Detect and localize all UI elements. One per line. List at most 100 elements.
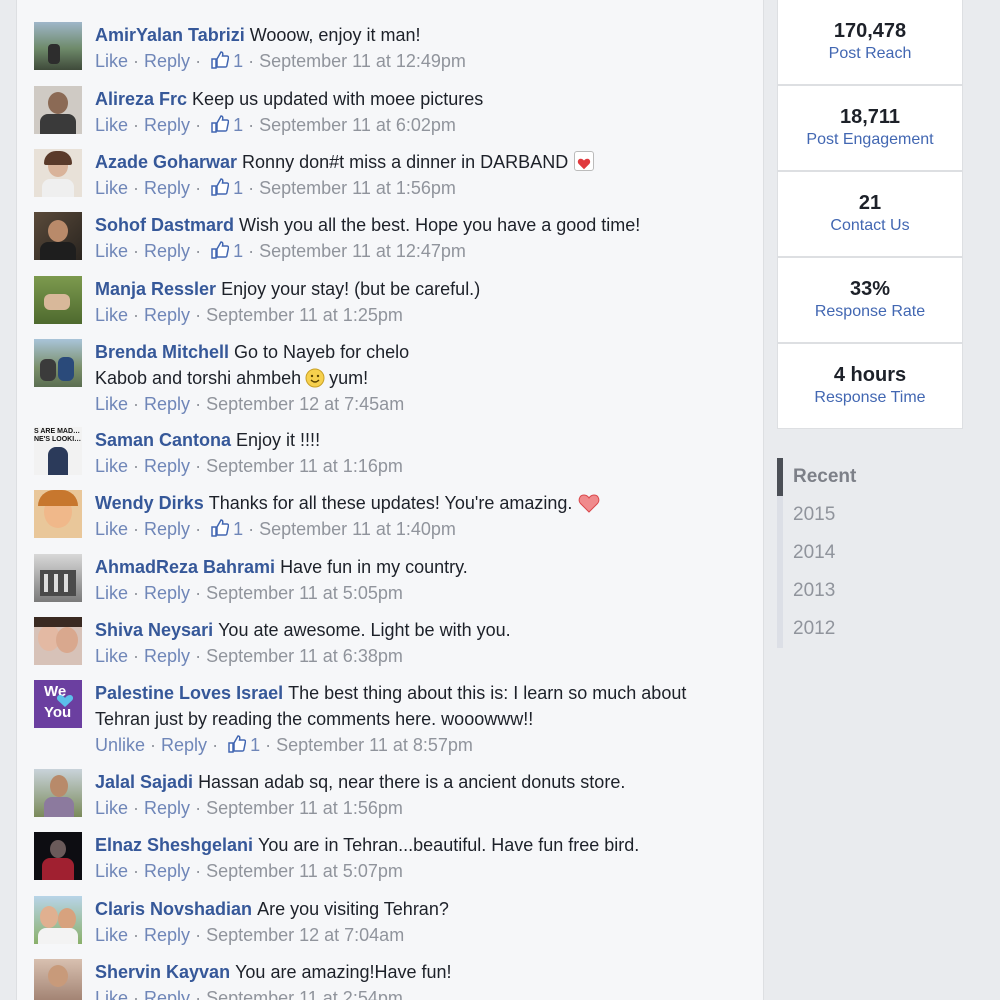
stat-label[interactable]: Post Engagement bbox=[778, 129, 962, 151]
avatar[interactable] bbox=[34, 617, 82, 665]
comment-author[interactable]: Wendy Dirks bbox=[95, 493, 204, 513]
like-link[interactable]: Like bbox=[95, 394, 128, 414]
avatar[interactable] bbox=[34, 339, 82, 387]
comment-timestamp[interactable]: September 11 at 1:56pm bbox=[206, 798, 403, 818]
reply-link[interactable]: Reply bbox=[144, 798, 190, 818]
avatar[interactable] bbox=[34, 212, 82, 260]
avatar[interactable] bbox=[34, 896, 82, 944]
like-link[interactable]: Like bbox=[95, 583, 128, 603]
avatar[interactable] bbox=[34, 22, 82, 70]
year-label[interactable]: 2015 bbox=[793, 504, 835, 526]
avatar[interactable] bbox=[34, 959, 82, 1000]
like-link[interactable]: Like bbox=[95, 798, 128, 818]
like-link[interactable]: Like bbox=[95, 925, 128, 945]
avatar[interactable] bbox=[34, 769, 82, 817]
year-item-recent[interactable]: Recent bbox=[777, 458, 977, 496]
reply-link[interactable]: Reply bbox=[144, 178, 190, 198]
comment-timestamp[interactable]: September 11 at 1:16pm bbox=[206, 456, 403, 476]
year-label[interactable]: 2012 bbox=[793, 618, 835, 640]
reply-link[interactable]: Reply bbox=[144, 583, 190, 603]
avatar[interactable]: S ARE MAD… NE'S LOOKI… bbox=[34, 427, 82, 475]
like-link[interactable]: Like bbox=[95, 988, 128, 1000]
like-count[interactable]: 1 bbox=[233, 51, 243, 71]
stat-post-reach[interactable]: 170,478 Post Reach bbox=[777, 0, 963, 85]
comment-timestamp[interactable]: September 11 at 1:56pm bbox=[259, 178, 456, 198]
like-count[interactable]: 1 bbox=[233, 519, 243, 539]
like-link[interactable]: Like bbox=[95, 305, 128, 325]
stat-label[interactable]: Post Reach bbox=[778, 43, 962, 65]
avatar[interactable] bbox=[34, 554, 82, 602]
like-link[interactable]: Like bbox=[95, 519, 128, 539]
like-link[interactable]: Like bbox=[95, 646, 128, 666]
like-count[interactable]: 1 bbox=[233, 178, 243, 198]
like-link[interactable]: Like bbox=[95, 178, 128, 198]
comment-timestamp[interactable]: September 12 at 7:45am bbox=[206, 394, 404, 414]
comment-author[interactable]: AhmadReza Bahrami bbox=[95, 557, 275, 577]
comment-author[interactable]: Shiva Neysari bbox=[95, 620, 213, 640]
stat-label[interactable]: Contact Us bbox=[778, 215, 962, 237]
comment-author[interactable]: Shervin Kayvan bbox=[95, 962, 230, 982]
like-count[interactable]: 1 bbox=[233, 241, 243, 261]
avatar[interactable] bbox=[34, 832, 82, 880]
reply-link[interactable]: Reply bbox=[144, 115, 190, 135]
comment-timestamp[interactable]: September 11 at 6:38pm bbox=[206, 646, 403, 666]
comment-author[interactable]: Jalal Sajadi bbox=[95, 772, 193, 792]
reply-link[interactable]: Reply bbox=[144, 394, 190, 414]
comment-author[interactable]: AmirYalan Tabrizi bbox=[95, 25, 245, 45]
reply-link[interactable]: Reply bbox=[144, 305, 190, 325]
year-item-2013[interactable]: 2013 bbox=[777, 572, 977, 610]
stat-response-rate[interactable]: 33% Response Rate bbox=[777, 257, 963, 343]
reply-link[interactable]: Reply bbox=[161, 735, 207, 755]
stat-post-engagement[interactable]: 18,711 Post Engagement bbox=[777, 85, 963, 171]
comment-timestamp[interactable]: September 12 at 7:04am bbox=[206, 925, 404, 945]
avatar[interactable] bbox=[34, 86, 82, 134]
comment-timestamp[interactable]: September 11 at 1:25pm bbox=[206, 305, 403, 325]
avatar[interactable] bbox=[34, 276, 82, 324]
like-link[interactable]: Like bbox=[95, 241, 128, 261]
comment-author[interactable]: Saman Cantona bbox=[95, 430, 231, 450]
stat-response-time[interactable]: 4 hours Response Time bbox=[777, 343, 963, 429]
like-count[interactable]: 1 bbox=[233, 115, 243, 135]
reply-link[interactable]: Reply bbox=[144, 861, 190, 881]
comment-author[interactable]: Claris Novshadian bbox=[95, 899, 252, 919]
stat-contact-us[interactable]: 21 Contact Us bbox=[777, 171, 963, 257]
like-link[interactable]: Like bbox=[95, 456, 128, 476]
stat-label[interactable]: Response Rate bbox=[778, 301, 962, 323]
like-count[interactable]: 1 bbox=[250, 735, 260, 755]
year-label[interactable]: 2014 bbox=[793, 542, 835, 564]
comment-author[interactable]: Brenda Mitchell bbox=[95, 342, 229, 362]
comment-timestamp[interactable]: September 11 at 5:07pm bbox=[206, 861, 403, 881]
unlike-link[interactable]: Unlike bbox=[95, 735, 145, 755]
like-link[interactable]: Like bbox=[95, 861, 128, 881]
year-item-2014[interactable]: 2014 bbox=[777, 534, 977, 572]
like-link[interactable]: Like bbox=[95, 51, 128, 71]
year-item-2015[interactable]: 2015 bbox=[777, 496, 977, 534]
comment-timestamp[interactable]: September 11 at 1:40pm bbox=[259, 519, 456, 539]
reply-link[interactable]: Reply bbox=[144, 241, 190, 261]
comment-author[interactable]: Palestine Loves Israel bbox=[95, 683, 283, 703]
reply-link[interactable]: Reply bbox=[144, 925, 190, 945]
comment-author[interactable]: Elnaz Sheshgelani bbox=[95, 835, 253, 855]
comment-author[interactable]: Sohof Dastmard bbox=[95, 215, 234, 235]
comment-timestamp[interactable]: September 11 at 8:57pm bbox=[276, 735, 473, 755]
comment-timestamp[interactable]: September 11 at 12:47pm bbox=[259, 241, 466, 261]
comment-timestamp[interactable]: September 11 at 2:54pm bbox=[206, 988, 403, 1000]
reply-link[interactable]: Reply bbox=[144, 646, 190, 666]
like-link[interactable]: Like bbox=[95, 115, 128, 135]
comment-timestamp[interactable]: September 11 at 5:05pm bbox=[206, 583, 403, 603]
year-label[interactable]: 2013 bbox=[793, 580, 835, 602]
year-item-2012[interactable]: 2012 bbox=[777, 610, 977, 648]
avatar[interactable] bbox=[34, 149, 82, 197]
comment-author[interactable]: Alireza Frc bbox=[95, 89, 187, 109]
reply-link[interactable]: Reply bbox=[144, 988, 190, 1000]
stat-label[interactable]: Response Time bbox=[778, 387, 962, 409]
reply-link[interactable]: Reply bbox=[144, 456, 190, 476]
comment-timestamp[interactable]: September 11 at 6:02pm bbox=[259, 115, 456, 135]
avatar[interactable] bbox=[34, 490, 82, 538]
reply-link[interactable]: Reply bbox=[144, 51, 190, 71]
year-label[interactable]: Recent bbox=[793, 466, 856, 488]
comment-author[interactable]: Manja Ressler bbox=[95, 279, 216, 299]
reply-link[interactable]: Reply bbox=[144, 519, 190, 539]
avatar[interactable]: We You bbox=[34, 680, 82, 728]
comment-timestamp[interactable]: September 11 at 12:49pm bbox=[259, 51, 466, 71]
